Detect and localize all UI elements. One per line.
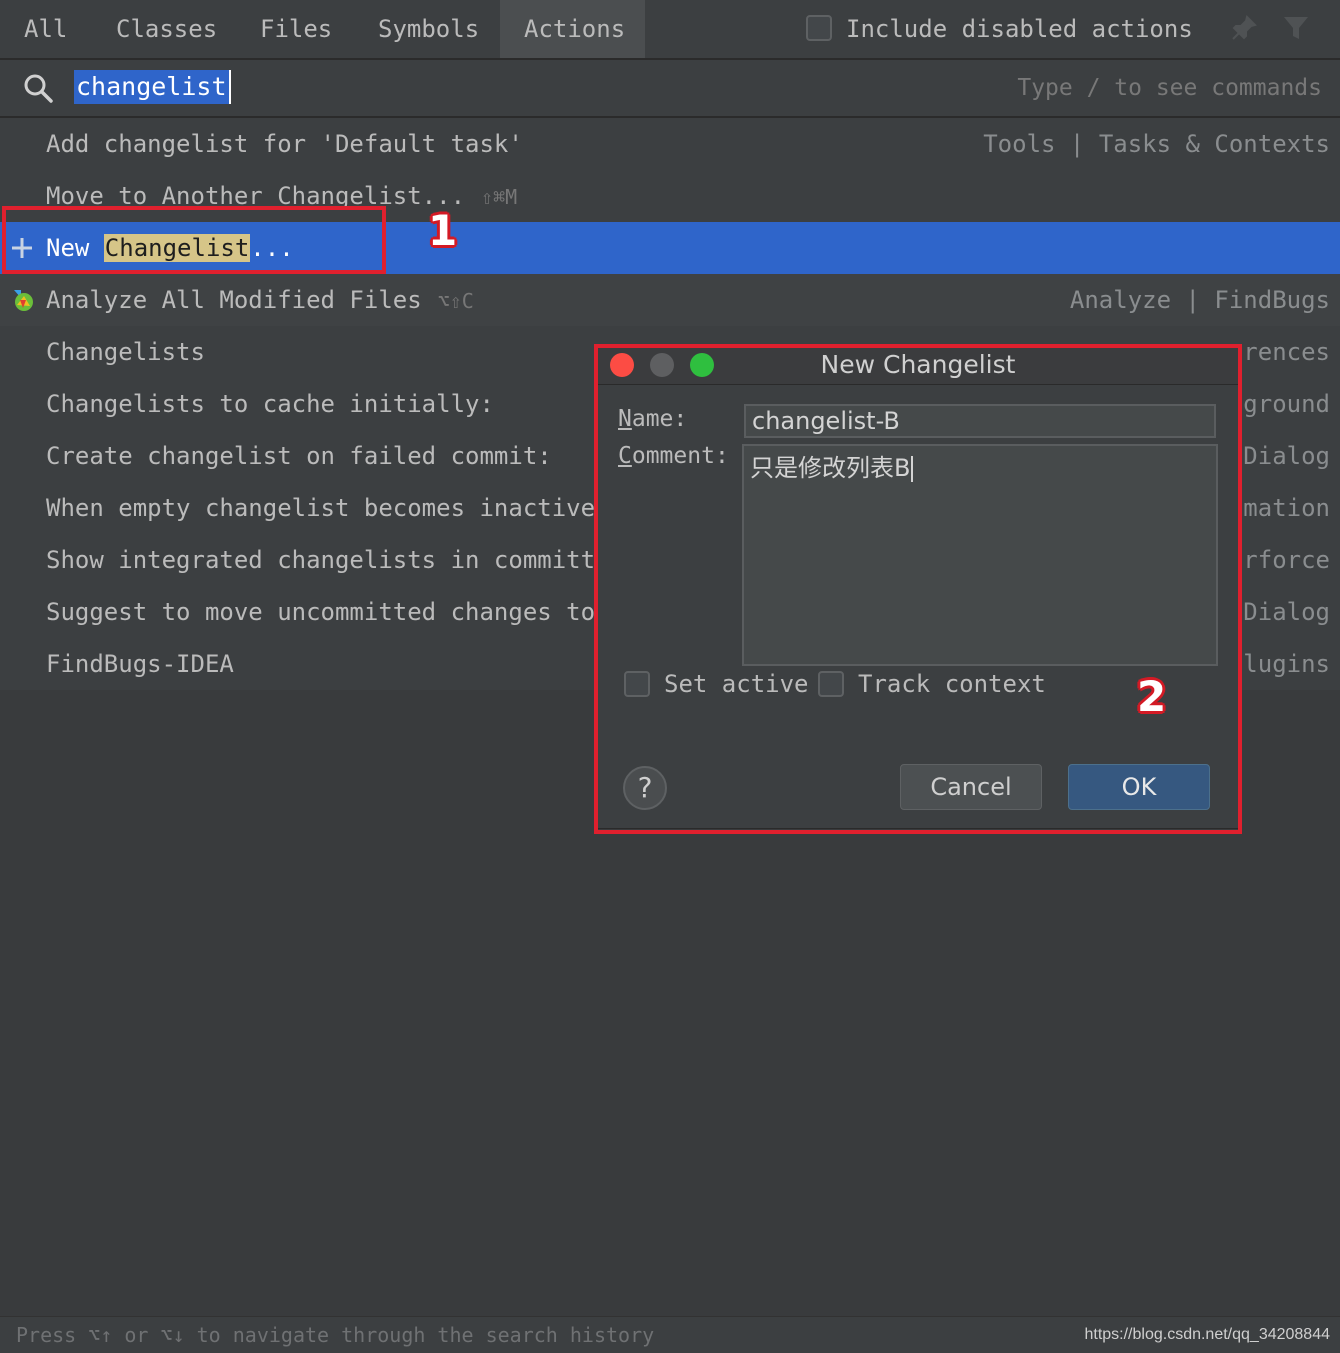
tab-symbols[interactable]: Symbols [354,0,500,58]
tab-files[interactable]: Files [236,0,354,58]
list-item-shortcut: ⇧⌘M [481,185,518,209]
include-disabled-label[interactable]: Include disabled actions [822,0,1217,58]
annotation-number-2: 2 [1137,672,1167,721]
status-text: Press ⌥↑ or ⌥↓ to navigate through the s… [16,1323,655,1347]
search-row: changelist Type / to see commands [0,60,1340,118]
annotation-box-2 [594,344,1242,834]
list-item[interactable]: Add changelist for 'Default task' Tools … [0,118,1340,170]
list-item-shortcut: ⌥⇧C [437,289,474,313]
tab-classes[interactable]: Classes [92,0,236,58]
status-bar: Press ⌥↑ or ⌥↓ to navigate through the s… [0,1316,1340,1353]
list-item[interactable]: Analyze All Modified Files ⌥⇧C Analyze | … [0,274,1340,326]
search-icon [22,72,54,104]
annotation-box-1 [2,206,386,274]
search-input[interactable]: changelist [74,70,231,104]
annotation-number-1: 1 [428,206,458,255]
search-hint: Type / to see commands [1017,75,1322,101]
tab-actions[interactable]: Actions [500,0,645,58]
tab-bar: All Classes Files Symbols Actions Includ… [0,0,1340,60]
watermark: https://blog.csdn.net/qq_34208844 [1084,1326,1330,1343]
pin-icon[interactable] [1230,14,1258,42]
filter-icon[interactable] [1282,14,1310,42]
list-item-category: Tools | Tasks & Contexts [983,130,1330,158]
findbugs-icon [8,286,36,314]
list-item-category: Analyze | FindBugs [1069,286,1330,314]
tab-all[interactable]: All [0,0,92,58]
